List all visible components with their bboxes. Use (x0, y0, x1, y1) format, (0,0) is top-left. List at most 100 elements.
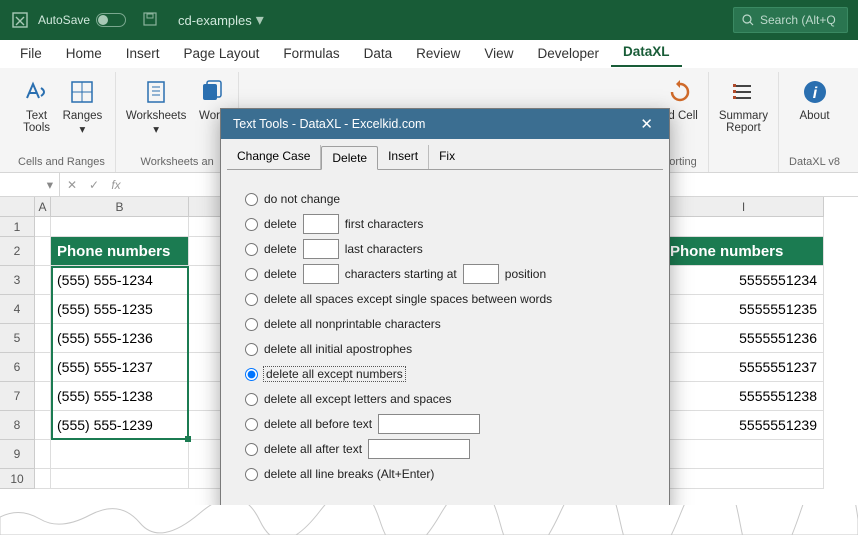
row-head[interactable]: 8 (0, 411, 35, 440)
tab-developer[interactable]: Developer (525, 42, 611, 67)
cell[interactable] (35, 266, 51, 295)
save-icon[interactable] (142, 11, 160, 29)
tab-insert[interactable]: Insert (114, 42, 172, 67)
tab-home[interactable]: Home (54, 42, 114, 67)
dialog-tab-change-case[interactable]: Change Case (227, 145, 321, 169)
dialog-tab-insert[interactable]: Insert (378, 145, 429, 169)
cell[interactable]: 5555551239 (664, 411, 824, 440)
cell[interactable] (35, 237, 51, 266)
autosave-toggle[interactable]: AutoSave (38, 13, 126, 27)
tab-dataxl[interactable]: DataXL (611, 40, 682, 67)
row-head[interactable]: 3 (0, 266, 35, 295)
tab-review[interactable]: Review (404, 42, 472, 67)
row-head[interactable]: 9 (0, 440, 35, 469)
row-head[interactable]: 6 (0, 353, 35, 382)
cell-header-b[interactable]: Phone numbers (51, 237, 189, 266)
cell[interactable]: 5555551236 (664, 324, 824, 353)
row-head[interactable]: 2 (0, 237, 35, 266)
cell[interactable] (664, 440, 824, 469)
input-count[interactable] (303, 264, 339, 284)
radio-delete-after[interactable] (245, 443, 258, 456)
cell[interactable] (35, 295, 51, 324)
input-before-text[interactable] (378, 414, 480, 434)
summary-report-button[interactable]: Summary Report (719, 76, 768, 134)
cell-header-i[interactable]: Phone numbers (664, 237, 824, 266)
input-first-chars[interactable] (303, 214, 339, 234)
cancel-icon[interactable]: ✕ (66, 178, 78, 192)
cell[interactable]: 5555551237 (664, 353, 824, 382)
cell[interactable] (51, 217, 189, 237)
radio-delete-except-numbers[interactable] (245, 368, 258, 381)
input-after-text[interactable] (368, 439, 470, 459)
cell[interactable]: 5555551234 (664, 266, 824, 295)
about-button[interactable]: iAbout (799, 76, 831, 122)
row-head[interactable]: 10 (0, 469, 35, 489)
dialog-title-bar[interactable]: Text Tools - DataXL - Excelkid.com ✕ (221, 109, 669, 139)
refresh-icon (664, 76, 696, 108)
cell[interactable]: 5555551238 (664, 382, 824, 411)
radio-do-not-change[interactable] (245, 193, 258, 206)
cell[interactable] (35, 217, 51, 237)
input-position[interactable] (463, 264, 499, 284)
cell[interactable] (51, 440, 189, 469)
col-head-a[interactable]: A (35, 197, 51, 217)
search-box[interactable]: Search (Alt+Q (733, 7, 848, 33)
enter-icon[interactable]: ✓ (88, 178, 100, 192)
worksheets-button[interactable]: Worksheets ▾ (126, 76, 187, 136)
cell[interactable] (664, 469, 824, 489)
ribbon-group-summary: Summary Report (709, 72, 779, 172)
row-head[interactable]: 5 (0, 324, 35, 353)
cell[interactable] (51, 469, 189, 489)
radio-delete-apostrophes[interactable] (245, 343, 258, 356)
tab-file[interactable]: File (8, 42, 54, 67)
cell[interactable]: (555) 555-1238 (51, 382, 189, 411)
tab-formulas[interactable]: Formulas (271, 42, 351, 67)
workbook-name[interactable]: cd-examples (178, 13, 252, 28)
tab-view[interactable]: View (472, 42, 525, 67)
col-head-b[interactable]: B (51, 197, 189, 217)
name-box[interactable]: ▾ (0, 173, 60, 196)
row-head[interactable]: 4 (0, 295, 35, 324)
tab-page-layout[interactable]: Page Layout (172, 42, 272, 67)
cell[interactable]: (555) 555-1239 (51, 411, 189, 440)
radio-delete-except-letters[interactable] (245, 393, 258, 406)
radio-delete-last[interactable] (245, 243, 258, 256)
dialog-tab-delete[interactable]: Delete (321, 146, 378, 170)
close-icon[interactable]: ✕ (636, 115, 657, 133)
cell[interactable]: (555) 555-1235 (51, 295, 189, 324)
info-icon: i (799, 76, 831, 108)
fx-icon[interactable]: fx (110, 178, 122, 192)
radio-delete-before[interactable] (245, 418, 258, 431)
cell[interactable]: (555) 555-1237 (51, 353, 189, 382)
dialog-title: Text Tools - DataXL - Excelkid.com (233, 117, 425, 131)
select-all-corner[interactable] (0, 197, 35, 217)
radio-delete-spaces[interactable] (245, 293, 258, 306)
radio-delete-linebreaks[interactable] (245, 468, 258, 481)
cell[interactable] (35, 411, 51, 440)
cell[interactable]: (555) 555-1236 (51, 324, 189, 353)
worksheets-icon (140, 76, 172, 108)
col-head-i[interactable]: I (664, 197, 824, 217)
radio-delete-first[interactable] (245, 218, 258, 231)
radio-delete-starting[interactable] (245, 268, 258, 281)
radio-delete-nonprintable[interactable] (245, 318, 258, 331)
dialog-tab-fix[interactable]: Fix (429, 145, 465, 169)
ranges-icon (66, 76, 98, 108)
cell[interactable]: 5555551235 (664, 295, 824, 324)
row-head[interactable]: 1 (0, 217, 35, 237)
text-tools-button[interactable]: Text Tools (21, 76, 53, 134)
tab-data[interactable]: Data (352, 42, 405, 67)
cell[interactable]: (555) 555-1234 (51, 266, 189, 295)
ranges-button[interactable]: Ranges ▾ (63, 76, 103, 136)
ribbon-group-cells-ranges: Text Tools Ranges ▾ Cells and Ranges (8, 72, 116, 172)
input-last-chars[interactable] (303, 239, 339, 259)
cell[interactable] (35, 382, 51, 411)
ribbon-group-about: iAbout DataXL v8 (779, 72, 850, 172)
excel-icon (10, 10, 30, 30)
cell[interactable] (35, 469, 51, 489)
cell[interactable] (664, 217, 824, 237)
cell[interactable] (35, 440, 51, 469)
cell[interactable] (35, 324, 51, 353)
cell[interactable] (35, 353, 51, 382)
row-head[interactable]: 7 (0, 382, 35, 411)
